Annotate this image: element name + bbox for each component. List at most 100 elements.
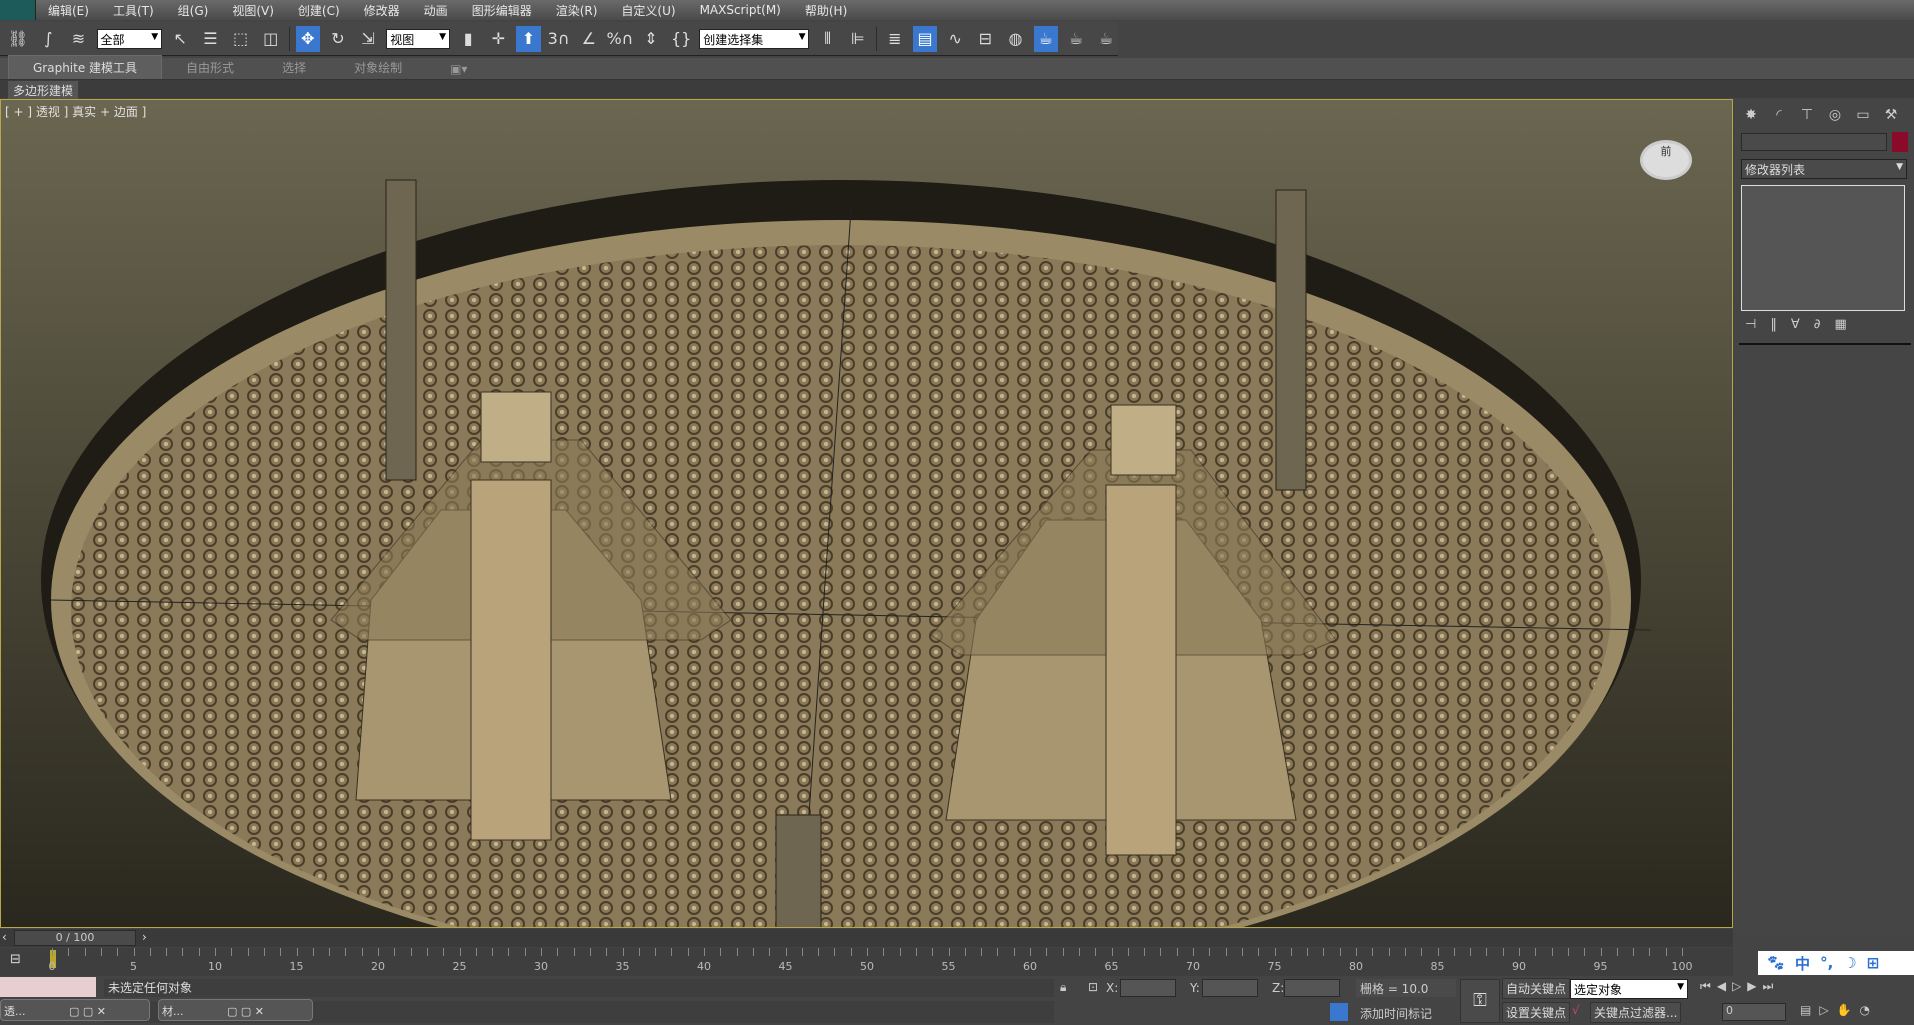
mirror-icon[interactable]: ⫴: [815, 26, 839, 52]
taskbar-item[interactable]: 透... ▢ ▢ ✕: [0, 999, 150, 1021]
key-mode-dropdown[interactable]: 选定对象: [1570, 979, 1688, 999]
layer-manager-icon[interactable]: ≣: [883, 26, 907, 52]
track-bar[interactable]: ⊟ 0 5 10 15 20 25 30 35 40 45 50 55 60 65 70 75 80 85 90 95…: [0, 948, 1733, 976]
reference-coord-dropdown[interactable]: 视图: [386, 28, 451, 49]
menu-animation[interactable]: 动画: [412, 2, 460, 19]
key-filters-button[interactable]: 关键点过滤器...: [1590, 1002, 1682, 1023]
selection-filter-dropdown[interactable]: 全部: [96, 28, 163, 49]
paw-icon[interactable]: 🐾︎: [1766, 954, 1785, 972]
time-slider-thumb[interactable]: 0 / 100: [14, 930, 136, 946]
motion-tab-icon[interactable]: ◎: [1821, 103, 1849, 127]
window-controls[interactable]: ▢ ▢ ✕: [227, 1005, 264, 1018]
viewcube[interactable]: 前: [1640, 140, 1692, 180]
configure-sets-icon[interactable]: ▦: [1834, 317, 1846, 332]
tab-object-paint[interactable]: 对象绘制: [330, 56, 426, 79]
render-setup-icon[interactable]: ☕: [1033, 25, 1058, 52]
percent-snap-icon[interactable]: % ∩: [606, 26, 633, 52]
ime-chinese[interactable]: 中: [1795, 953, 1810, 974]
spinner-snap-icon[interactable]: ⇕: [639, 26, 663, 52]
set-key-button[interactable]: 设置关键点: [1502, 1002, 1571, 1023]
orbit-icon[interactable]: ◔: [1860, 1003, 1870, 1017]
absolute-mode-icon[interactable]: ⊡: [1088, 980, 1098, 994]
move-icon[interactable]: ✥: [295, 25, 320, 52]
set-key-icon[interactable]: ⚿: [1460, 979, 1500, 1023]
modifier-list-dropdown[interactable]: 修改器列表: [1741, 159, 1907, 179]
next-key-icon[interactable]: ▶: [1747, 979, 1756, 994]
goto-end-icon[interactable]: ⏭: [1763, 979, 1774, 994]
tab-selection[interactable]: 选择: [258, 56, 330, 79]
angle-snap-icon[interactable]: ∠: [577, 26, 601, 52]
select-object-icon[interactable]: ↖: [168, 26, 192, 52]
schematic-view-icon[interactable]: ⊟: [973, 26, 997, 52]
snap-toggle-icon[interactable]: 3 ∩: [547, 26, 571, 52]
ime-grid-icon[interactable]: ⊞: [1867, 954, 1880, 972]
menu-maxscript[interactable]: MAXScript(M): [688, 3, 793, 17]
select-manipulate-icon[interactable]: ✛: [486, 26, 510, 52]
menu-tools[interactable]: 工具(T): [101, 2, 166, 19]
z-field[interactable]: [1284, 979, 1340, 997]
modify-tab-icon[interactable]: ◜: [1765, 103, 1793, 127]
menu-graph-editors[interactable]: 图形编辑器: [460, 2, 544, 19]
rendered-frame-icon[interactable]: ☕: [1064, 26, 1088, 52]
select-by-name-icon[interactable]: ☰: [198, 26, 222, 52]
taskbar-item[interactable]: 材... ▢ ▢ ✕: [158, 999, 313, 1021]
key-tangent-icon[interactable]: √: [1572, 1003, 1580, 1017]
add-time-tag[interactable]: 添加时间标记: [1360, 1005, 1432, 1022]
time-tag-icon[interactable]: [1330, 1003, 1348, 1021]
make-unique-icon[interactable]: ∀: [1791, 317, 1800, 332]
tab-graphite[interactable]: Graphite 建模工具: [8, 55, 163, 79]
object-name-field[interactable]: [1741, 133, 1887, 151]
menu-edit[interactable]: 编辑(E): [36, 2, 101, 19]
mini-curve-editor-icon[interactable]: ⊟: [10, 952, 21, 967]
named-selection-dropdown[interactable]: 创建选择集: [699, 28, 810, 49]
curve-editor-icon[interactable]: ∿: [943, 26, 967, 52]
viewport-label[interactable]: [ + ] 透视 ] 真实 + 边面 ]: [5, 103, 146, 120]
material-editor-icon[interactable]: ◍: [1003, 26, 1027, 52]
utilities-tab-icon[interactable]: ⚒: [1877, 103, 1905, 127]
unlink-icon[interactable]: ∫: [36, 26, 60, 52]
edit-named-selection-icon[interactable]: {}: [669, 26, 693, 52]
keyboard-shortcut-override-icon[interactable]: ⬆: [516, 25, 541, 52]
object-color-swatch[interactable]: [1892, 132, 1908, 152]
menu-customize[interactable]: 自定义(U): [609, 2, 687, 19]
polygon-modeling-label[interactable]: 多边形建模: [8, 81, 79, 100]
ime-moon-icon[interactable]: ☽: [1843, 954, 1856, 972]
maxscript-listener[interactable]: [0, 977, 96, 997]
time-slider[interactable]: ‹ 0 / 100 ›: [0, 929, 1733, 947]
x-field[interactable]: [1120, 979, 1176, 997]
create-tab-icon[interactable]: ✸: [1737, 103, 1765, 127]
y-field[interactable]: [1202, 979, 1258, 997]
pin-stack-icon[interactable]: ⊣: [1745, 317, 1756, 332]
time-config-icon[interactable]: ▤: [1800, 1003, 1811, 1017]
modifier-stack[interactable]: [1741, 185, 1905, 311]
zoom-icon[interactable]: ▷: [1819, 1003, 1828, 1017]
display-tab-icon[interactable]: ▭: [1849, 103, 1877, 127]
menu-create[interactable]: 创建(C): [286, 2, 352, 19]
current-frame-field[interactable]: 0: [1722, 1003, 1786, 1021]
ime-punct[interactable]: °,: [1820, 954, 1833, 972]
tab-freeform[interactable]: 自由形式: [162, 56, 258, 79]
link-icon[interactable]: ⛓: [6, 26, 30, 52]
show-end-result-icon[interactable]: ‖: [1770, 317, 1777, 332]
menu-help[interactable]: 帮助(H): [793, 2, 859, 19]
menu-modifiers[interactable]: 修改器: [352, 2, 412, 19]
menu-group[interactable]: 组(G): [166, 2, 221, 19]
menu-view[interactable]: 视图(V): [220, 2, 286, 19]
scene-explorer-icon[interactable]: ▤: [912, 25, 938, 52]
scale-icon[interactable]: ⇲: [356, 26, 380, 52]
menu-rendering[interactable]: 渲染(R): [544, 2, 610, 19]
rect-selection-icon[interactable]: ⬚: [228, 26, 252, 52]
rotate-icon[interactable]: ↻: [326, 26, 350, 52]
next-frame-icon[interactable]: ›: [142, 930, 147, 944]
app-logo[interactable]: [0, 0, 36, 20]
prev-key-icon[interactable]: ◀: [1717, 979, 1726, 994]
bind-space-warp-icon[interactable]: ≋: [66, 26, 90, 52]
perspective-viewport[interactable]: [ + ] 透视 ] 真实 + 边面 ] 前: [0, 99, 1733, 928]
render-production-icon[interactable]: ☕: [1094, 26, 1118, 52]
prev-frame-icon[interactable]: ‹: [2, 930, 7, 944]
pivot-center-icon[interactable]: ▮: [456, 26, 480, 52]
remove-modifier-icon[interactable]: ∂: [1814, 317, 1821, 332]
window-crossing-icon[interactable]: ◫: [259, 26, 283, 52]
goto-start-icon[interactable]: ⏮: [1700, 979, 1711, 994]
ribbon-options-icon[interactable]: ▣▾: [426, 59, 491, 79]
